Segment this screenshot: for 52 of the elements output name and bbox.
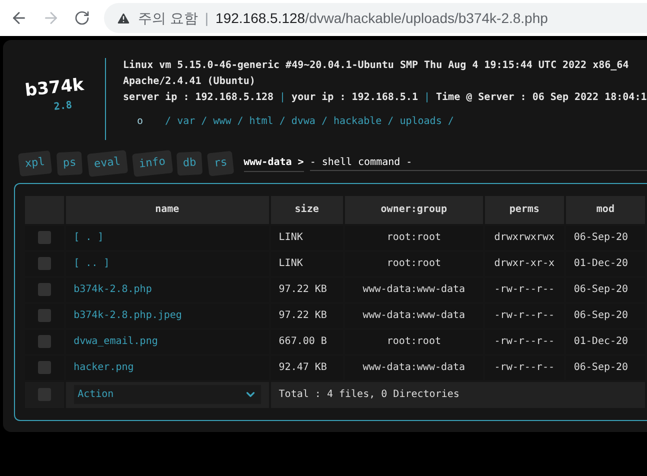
version-text: 2.8 — [53, 99, 73, 115]
software-text: Apache/2.4.41 (Ubuntu) — [123, 75, 256, 89]
checkbox[interactable] — [38, 361, 51, 374]
checkbox[interactable] — [38, 309, 51, 322]
menu-tab[interactable]: db — [176, 151, 203, 176]
kernel-text: Linux vm 5.15.0-46-generic #49~20.04.1-Ubuntu SMP Thu Aug 4 19:15:44 UTC 2022 x86_64 — [123, 58, 630, 73]
path-link[interactable]: uploads — [400, 114, 442, 130]
checkbox[interactable] — [38, 231, 51, 244]
path-separator: / — [201, 115, 208, 129]
path-separator: / — [321, 115, 328, 129]
server-info: Time @ Server : 06 Sep 2022 18:04:1 — [436, 90, 647, 105]
path-separator: / — [237, 115, 244, 129]
server-info: server ip : 192.168.5.128 — [123, 90, 274, 105]
path-separator: / — [388, 115, 394, 129]
forward-icon[interactable] — [42, 9, 60, 27]
path-separator: / — [279, 115, 286, 129]
path-link[interactable]: dvwa — [291, 114, 316, 130]
column-header[interactable]: name — [66, 196, 269, 224]
command-input[interactable]: - shell command - — [310, 155, 647, 172]
menu-tab[interactable]: eval — [87, 150, 128, 176]
path-link[interactable]: www — [213, 114, 232, 130]
action-select[interactable]: Action — [74, 385, 261, 404]
reload-icon[interactable] — [74, 10, 90, 26]
menu-tab[interactable]: ps — [56, 151, 83, 176]
checkbox[interactable] — [38, 283, 51, 296]
path-link[interactable]: var — [177, 114, 196, 130]
path-separator: / — [448, 115, 454, 129]
logo-text: b374k — [24, 76, 84, 100]
prompt-label: www-data > — [244, 154, 304, 172]
path-link[interactable]: hackable — [334, 114, 382, 130]
divider: | — [204, 8, 209, 28]
security-label: 주의 요함 — [138, 8, 198, 28]
home-link[interactable]: o — [137, 114, 144, 130]
column-header[interactable]: mod — [566, 196, 645, 224]
separator: | — [280, 91, 286, 105]
menu-tab[interactable]: info — [132, 150, 172, 176]
menu-tab[interactable]: rs — [207, 150, 235, 176]
warning-icon — [116, 10, 131, 26]
column-header[interactable]: perms — [484, 196, 564, 224]
column-header[interactable]: owner:group — [344, 196, 483, 224]
checkbox[interactable] — [38, 257, 51, 270]
server-info: your ip : 192.168.5.1 — [292, 90, 418, 105]
separator: | — [424, 91, 430, 105]
path-separator: / — [165, 115, 172, 129]
column-header[interactable]: size — [270, 196, 343, 224]
back-icon[interactable] — [10, 9, 28, 27]
checkbox[interactable] — [38, 335, 51, 348]
summary-text: Total : 4 files, 0 Directories — [270, 382, 645, 408]
path-link[interactable]: html — [249, 114, 274, 130]
menu-tab[interactable]: xpl — [18, 150, 52, 176]
address-bar[interactable]: 주의 요함 | 192.168.5.128/dvwa/hackable/uploads/b374k-2.8.php — [104, 3, 647, 33]
url-text: 192.168.5.128/dvwa/hackable/uploads/b374k-2.8.php — [216, 8, 548, 28]
